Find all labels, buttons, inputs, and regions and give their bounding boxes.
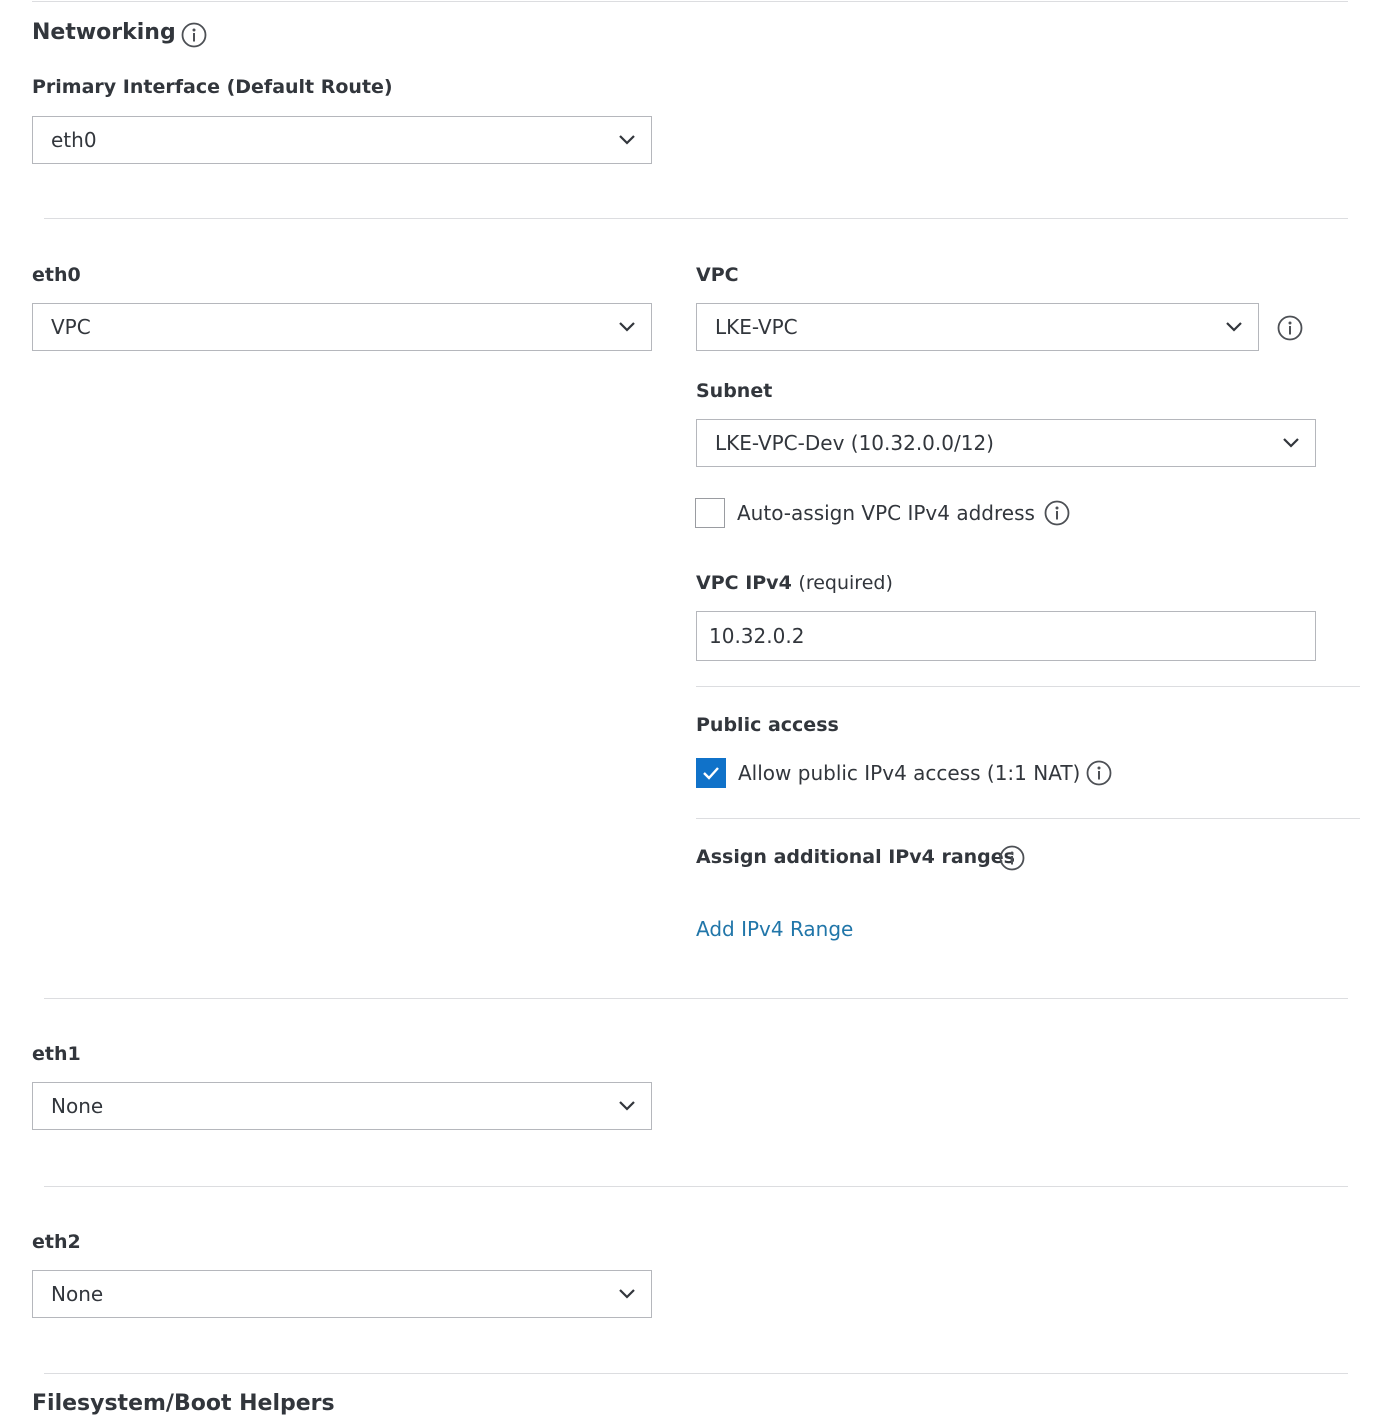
divider-primary — [44, 218, 1348, 219]
eth1-purpose-select[interactable]: None — [32, 1082, 652, 1130]
chevron-down-icon — [619, 322, 635, 332]
chevron-down-icon — [619, 1101, 635, 1111]
top-divider — [32, 1, 1348, 2]
eth2-purpose-value: None — [51, 1282, 104, 1306]
additional-ranges-label: Assign additional IPv4 ranges — [696, 846, 1015, 868]
subnet-label: Subnet — [696, 380, 773, 402]
divider-public-access — [696, 818, 1360, 819]
eth0-purpose-value: VPC — [51, 315, 91, 339]
eth0-label: eth0 — [32, 264, 81, 286]
chevron-down-icon — [619, 1289, 635, 1299]
vpc-ipv4-label-text: VPC IPv4 — [696, 572, 792, 594]
auto-assign-info-icon[interactable] — [1044, 500, 1070, 526]
chevron-down-icon — [619, 135, 635, 145]
public-ipv4-label: Allow public IPv4 access (1:1 NAT) — [738, 761, 1081, 785]
public-access-label: Public access — [696, 714, 839, 736]
networking-title: Networking — [32, 20, 176, 45]
vpc-ipv4-required: (required) — [798, 572, 893, 594]
subnet-select[interactable]: LKE-VPC-Dev (10.32.0.0/12) — [696, 419, 1316, 467]
vpc-ipv4-label: VPC IPv4 (required) — [696, 572, 893, 594]
primary-interface-label: Primary Interface (Default Route) — [32, 76, 393, 98]
eth0-purpose-select[interactable]: VPC — [32, 303, 652, 351]
auto-assign-checkbox[interactable] — [695, 498, 725, 528]
vpc-select[interactable]: LKE-VPC — [696, 303, 1259, 351]
filesystem-boot-helpers-title: Filesystem/Boot Helpers — [32, 1391, 335, 1416]
primary-interface-value: eth0 — [51, 128, 97, 152]
eth1-label: eth1 — [32, 1043, 81, 1065]
networking-info-icon[interactable] — [181, 22, 207, 48]
vpc-label: VPC — [696, 264, 739, 286]
checkmark-icon — [703, 767, 719, 780]
public-ipv4-info-icon[interactable] — [1086, 760, 1112, 786]
add-ipv4-range-link[interactable]: Add IPv4 Range — [696, 917, 853, 941]
vpc-ipv4-input[interactable] — [696, 611, 1316, 661]
subnet-value: LKE-VPC-Dev (10.32.0.0/12) — [715, 431, 994, 455]
additional-ranges-info-icon[interactable] — [999, 845, 1025, 871]
eth2-purpose-select[interactable]: None — [32, 1270, 652, 1318]
vpc-info-icon[interactable] — [1277, 315, 1303, 341]
vpc-value: LKE-VPC — [715, 315, 798, 339]
public-ipv4-checkbox[interactable] — [696, 758, 726, 788]
divider-eth0 — [44, 998, 1348, 999]
eth2-label: eth2 — [32, 1231, 81, 1253]
divider-vpc-ipv4 — [696, 686, 1360, 687]
chevron-down-icon — [1283, 438, 1299, 448]
auto-assign-label: Auto-assign VPC IPv4 address — [737, 501, 1035, 525]
divider-eth1 — [44, 1186, 1348, 1187]
chevron-down-icon — [1226, 322, 1242, 332]
primary-interface-select[interactable]: eth0 — [32, 116, 652, 164]
eth1-purpose-value: None — [51, 1094, 104, 1118]
divider-eth2 — [44, 1373, 1348, 1374]
